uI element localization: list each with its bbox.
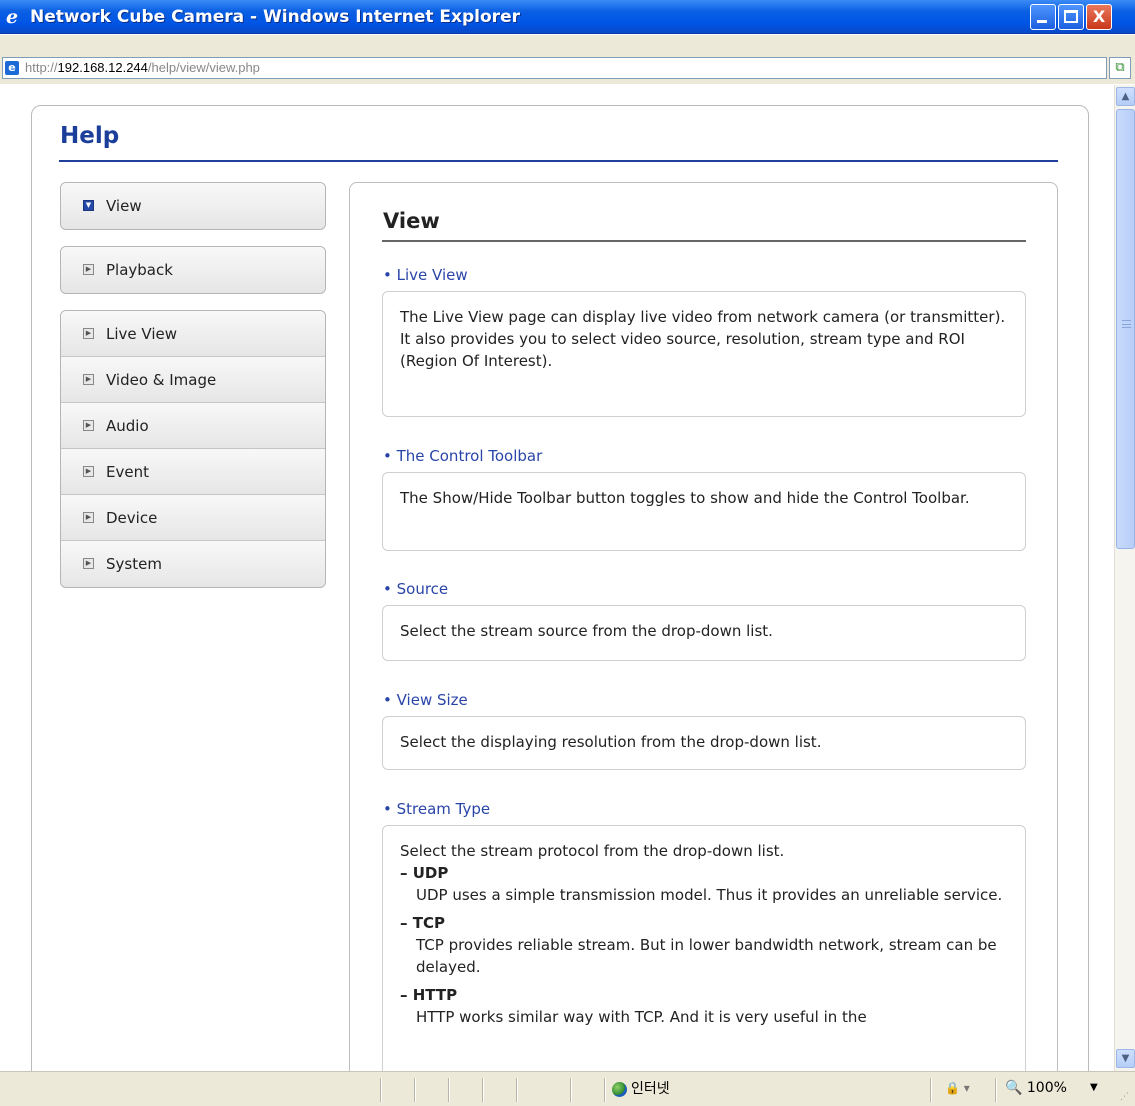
collapsed-icon: ▶ (83, 264, 94, 275)
nav-item-video-image[interactable]: ▶ Video & Image (61, 357, 325, 403)
zoom-dropdown-icon[interactable]: ▼ (1090, 1082, 1098, 1093)
section-text: Select the displaying resolution from th… (400, 733, 822, 751)
section-text: It also provides you to select video sou… (400, 330, 965, 370)
section-label-control-toolbar: • The Control Toolbar (383, 447, 543, 465)
zoom-level[interactable]: 🔍 100% (1005, 1080, 1067, 1096)
nav-item-label: View (106, 197, 142, 215)
collapsed-icon: ▶ (83, 558, 94, 569)
section-label-live-view: • Live View (383, 266, 468, 284)
security-zone[interactable]: 인터넷 (612, 1080, 670, 1098)
collapsed-icon: ▶ (83, 420, 94, 431)
nav-item-label: System (106, 555, 162, 573)
status-divider (482, 1078, 483, 1102)
nav-item-label: Live View (106, 325, 177, 343)
section-label-source: • Source (383, 580, 449, 598)
protected-mode-icon[interactable]: 🔒 ▾ (945, 1081, 970, 1095)
zone-label: 인터넷 (631, 1081, 670, 1097)
url-field[interactable]: e http://192.168.12.244/help/view/view.p… (2, 57, 1107, 79)
stream-item-udp: – UDP UDP uses a simple transmission mod… (400, 862, 1008, 906)
expanded-icon: ▼ (83, 200, 94, 211)
status-bar: 인터넷 🔒 ▾ 🔍 100% ▼ ⋰ (0, 1071, 1135, 1106)
content-title: View (383, 209, 440, 233)
scroll-thumb[interactable] (1116, 109, 1135, 549)
collapsed-icon: ▶ (83, 466, 94, 477)
scroll-up-button[interactable]: ▲ (1116, 87, 1135, 106)
maximize-button[interactable] (1058, 4, 1084, 30)
collapsed-icon: ▶ (83, 374, 94, 385)
url-host: 192.168.12.244 (57, 60, 148, 75)
section-text: Select the stream source from the drop-d… (400, 622, 773, 640)
page-viewport: Help ▼ View ▶ Playback ▶ Live View ▶ Video &… (0, 85, 1114, 1071)
section-box-stream-type: Select the stream protocol from the drop… (382, 825, 1026, 1071)
stream-item-text: TCP provides reliable stream. But in low… (416, 936, 997, 976)
minimize-icon (1037, 20, 1047, 23)
nav-item-label: Device (106, 509, 158, 527)
nav-item-label: Video & Image (106, 371, 217, 389)
stream-item-heading: – HTTP (400, 986, 458, 1004)
minimize-button[interactable] (1030, 4, 1056, 30)
stream-item-heading: – TCP (400, 914, 445, 932)
status-divider (380, 1078, 381, 1102)
stream-item-http: – HTTP HTTP works similar way with TCP. … (400, 984, 1008, 1028)
grip-icon (1122, 320, 1131, 328)
stream-item-heading: – UDP (400, 864, 449, 882)
stream-item-text: HTTP works similar way with TCP. And it … (416, 1008, 867, 1026)
resize-grip-icon[interactable]: ⋰ (1120, 1092, 1129, 1102)
address-bar: e http://192.168.12.244/help/view/view.p… (0, 35, 1135, 84)
status-divider (995, 1078, 996, 1102)
nav-item-view[interactable]: ▼ View (61, 183, 325, 229)
nav-item-label: Audio (106, 417, 149, 435)
section-text: Select the stream protocol from the drop… (400, 842, 785, 860)
collapsed-icon: ▶ (83, 328, 94, 339)
nav-group-sections: ▶ Live View ▶ Video & Image ▶ Audio ▶ Event … (60, 310, 326, 588)
help-divider (59, 160, 1058, 162)
close-button[interactable]: X (1086, 4, 1112, 30)
nav-item-device[interactable]: ▶ Device (61, 495, 325, 541)
status-divider (448, 1078, 449, 1102)
section-box-live-view: The Live View page can display live vide… (382, 291, 1026, 417)
collapsed-icon: ▶ (83, 512, 94, 523)
url-scheme: http:// (25, 60, 58, 75)
status-divider (516, 1078, 517, 1102)
section-label-stream-type: • Stream Type (383, 800, 491, 818)
compatibility-view-icon[interactable]: ⧉ (1109, 57, 1131, 79)
status-divider (414, 1078, 415, 1102)
help-title: Help (60, 123, 120, 149)
nav-group-playback: ▶ Playback (60, 246, 326, 294)
status-divider (604, 1078, 605, 1102)
section-text: The Live View page can display live vide… (400, 308, 1006, 326)
vertical-scrollbar[interactable]: ▲ ▼ (1114, 85, 1135, 1071)
url-path: /help/view/view.php (147, 60, 260, 75)
stream-item-tcp: – TCP TCP provides reliable stream. But … (400, 912, 1008, 978)
ie-icon: e (6, 6, 19, 28)
nav-item-live-view[interactable]: ▶ Live View (61, 311, 325, 357)
globe-icon (612, 1081, 627, 1097)
section-box-source: Select the stream source from the drop-d… (382, 605, 1026, 661)
section-box-view-size: Select the displaying resolution from th… (382, 716, 1026, 770)
maximize-icon (1064, 10, 1078, 23)
nav-group-view: ▼ View (60, 182, 326, 230)
nav-item-system[interactable]: ▶ System (61, 541, 325, 587)
url-text[interactable]: http://192.168.12.244/help/view/view.php (25, 60, 260, 76)
content-divider (382, 240, 1026, 242)
section-text: The Show/Hide Toolbar button toggles to … (400, 489, 970, 507)
section-label-view-size: • View Size (383, 691, 468, 709)
status-divider (570, 1078, 571, 1102)
nav-item-label: Playback (106, 261, 173, 279)
status-divider (930, 1078, 931, 1102)
section-box-control-toolbar: The Show/Hide Toolbar button toggles to … (382, 472, 1026, 551)
scroll-down-button[interactable]: ▼ (1116, 1049, 1135, 1068)
nav-item-event[interactable]: ▶ Event (61, 449, 325, 495)
nav-item-playback[interactable]: ▶ Playback (61, 247, 325, 293)
stream-item-text: UDP uses a simple transmission model. Th… (416, 886, 1003, 904)
window-title-bar[interactable]: e Network Cube Camera - Windows Internet… (0, 0, 1135, 34)
nav-item-label: Event (106, 463, 149, 481)
page-icon: e (5, 61, 19, 75)
window-title: Network Cube Camera - Windows Internet E… (30, 7, 520, 27)
nav-item-audio[interactable]: ▶ Audio (61, 403, 325, 449)
